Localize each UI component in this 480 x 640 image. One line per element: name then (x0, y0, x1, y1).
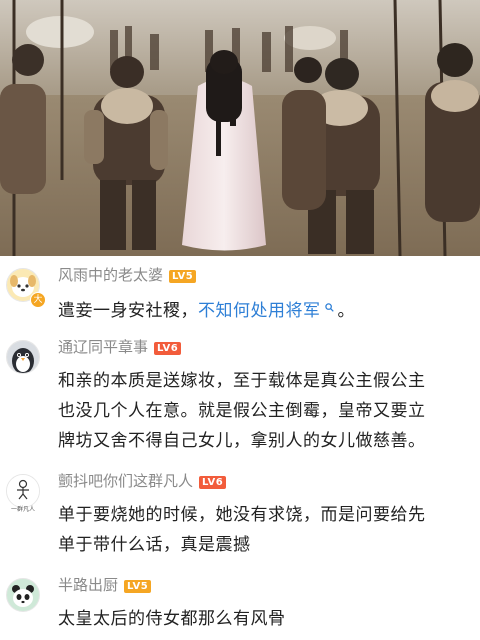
level-badge: LV6 (199, 476, 227, 489)
avatar[interactable] (6, 578, 40, 612)
comment-line: 单于要烧她的时候，她没有求饶，而是问要给先 (58, 505, 426, 525)
comment-text-plain: 遣妾一身安社稷， (58, 301, 198, 321)
comment-text: 单于要烧她的时候，她没有求饶，而是问要给先 单于带什么话，真是震撼 (58, 500, 474, 560)
search-link[interactable]: 不知何处用将军 (198, 301, 338, 321)
video-still (0, 0, 480, 256)
comment-line: 也没几个人在意。就是假公主倒霉，皇帝又要立 (58, 401, 426, 421)
username-text: 半路出厨 (58, 576, 119, 594)
comment-text: 和亲的本质是送嫁妆，至于载体是真公主假公主 也没几个人在意。就是假公主倒霉，皇帝… (58, 366, 474, 456)
comment-item: 半路出厨 LV5 太皇太后的侍女都那么有风骨 (0, 568, 480, 640)
comment-username[interactable]: 风雨中的老太婆 LV5 (58, 266, 197, 284)
comment-username[interactable]: 通辽同平章事 LV6 (58, 338, 182, 356)
comment-item: 一群凡人 颤抖吧你们这群凡人 LV6 单于要烧她的时候，她没有求饶，而是问要给先 … (0, 466, 480, 566)
username-text: 颤抖吧你们这群凡人 (58, 472, 194, 490)
username-text: 风雨中的老太婆 (58, 266, 164, 284)
avatar[interactable] (6, 340, 40, 374)
search-link-text: 不知何处用将军 (198, 301, 321, 321)
avatar-penguin-icon (7, 341, 39, 373)
avatar-stickman-icon (7, 475, 39, 507)
level-badge: LV5 (169, 270, 197, 283)
comment-username[interactable]: 半路出厨 LV5 (58, 576, 152, 594)
comment-text: 太皇太后的侍女都那么有风骨 (58, 604, 474, 634)
comment-list: 大 风雨中的老太婆 LV5 遣妾一身安社稷，不知何处用将军 。 通辽同平章事 L… (0, 256, 480, 640)
comment-line: 和亲的本质是送嫁妆，至于载体是真公主假公主 (58, 371, 426, 391)
level-badge: LV6 (154, 342, 182, 355)
vip-badge: 大 (30, 292, 46, 308)
comment-line: 牌坊又舍不得自己女儿，拿别人的女儿做慈善。 (58, 431, 426, 451)
comment-username[interactable]: 颤抖吧你们这群凡人 LV6 (58, 472, 227, 490)
avatar[interactable] (6, 474, 40, 508)
comment-line: 单于带什么话，真是震撼 (58, 535, 251, 555)
comment-item: 通辽同平章事 LV6 和亲的本质是送嫁妆，至于载体是真公主假公主 也没几个人在意。… (0, 334, 480, 464)
comment-text-plain: 。 (337, 301, 355, 321)
scene-illustration (0, 0, 480, 256)
username-text: 通辽同平章事 (58, 338, 149, 356)
comment-line: 太皇太后的侍女都那么有风骨 (58, 609, 286, 629)
level-badge: LV5 (124, 580, 152, 593)
comment-text: 遣妾一身安社稷，不知何处用将军 。 (58, 294, 474, 326)
avatar-caption: 一群凡人 (10, 506, 35, 513)
search-icon (321, 302, 338, 315)
avatar-panda-icon (7, 579, 39, 611)
comment-item: 大 风雨中的老太婆 LV5 遣妾一身安社稷，不知何处用将军 。 (0, 256, 480, 328)
